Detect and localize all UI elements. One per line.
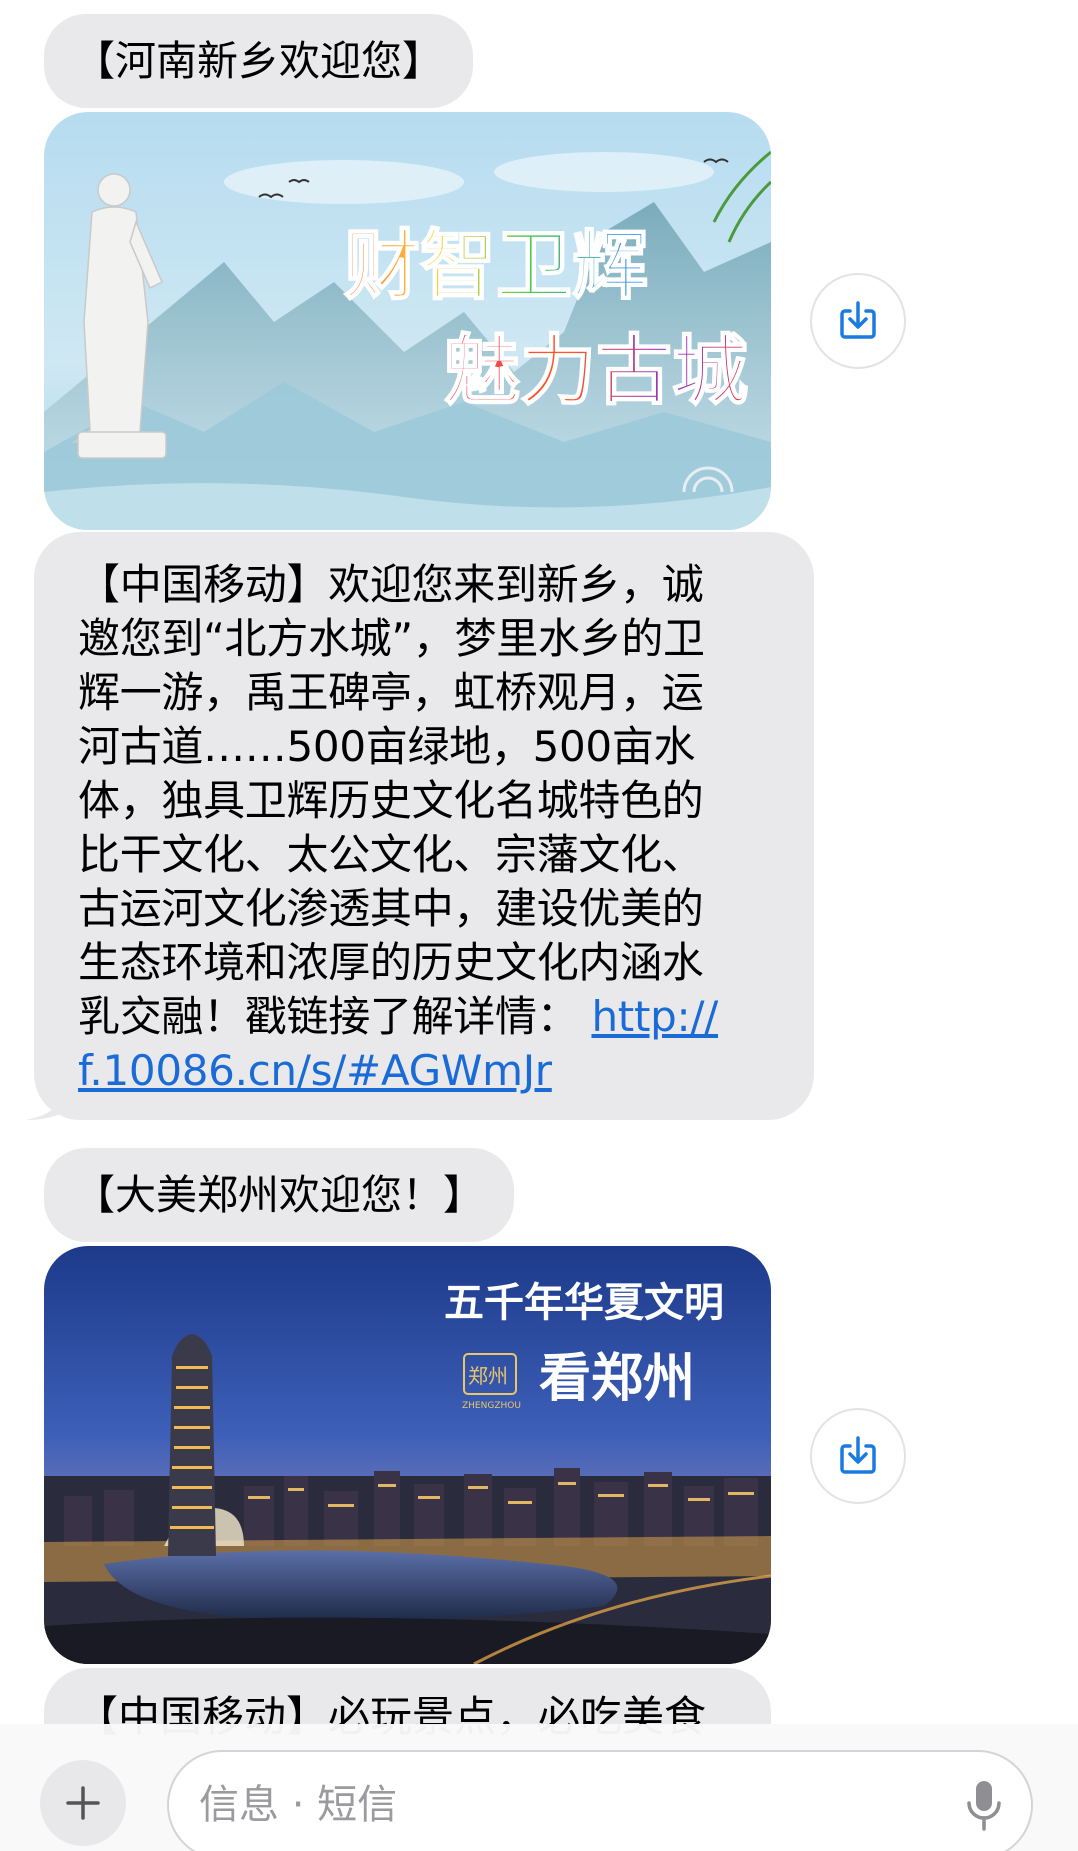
sms-body: 【中国移动】欢迎您来到新乡，诚 邀您到“北方水城”，梦里水乡的卫 辉一游，禹王碑… (78, 560, 705, 1041)
image-attachment-weihui[interactable]: 财智卫辉 魅力古城 (44, 112, 771, 530)
message-bubble-greeting-zhengzhou[interactable]: 【大美郑州欢迎您！】 (44, 1148, 514, 1242)
banner-title-line2: 魅力古城 (444, 326, 748, 415)
save-image-button[interactable] (810, 1408, 906, 1504)
sms-link-part2[interactable]: f.10086.cn/s/#AGWmJr (78, 1046, 552, 1095)
sms-link-part1[interactable]: http:// (591, 992, 718, 1041)
seal-caption: ZHENGZHOU (462, 1401, 521, 1411)
seal-text: 郑州 (468, 1364, 508, 1388)
add-attachment-button[interactable] (40, 1760, 126, 1846)
banner-title-line2: 看郑州 (539, 1348, 695, 1409)
download-icon (840, 1436, 876, 1474)
bubble-tail (26, 1080, 66, 1120)
message-input[interactable] (199, 1752, 959, 1851)
banner-title-line1: 五千年华夏文明 (444, 1279, 724, 1326)
message-bubble-sms-xinxiang[interactable]: 【中国移动】欢迎您来到新乡，诚 邀您到“北方水城”，梦里水乡的卫 辉一游，禹王碑… (26, 532, 814, 1120)
compose-bar (0, 1724, 1078, 1851)
dictation-button[interactable] (955, 1776, 1013, 1838)
message-thread: 【河南新乡欢迎您】 财智卫辉 魅力古城 【中国移动】欢迎您来到新乡，诚 邀您到“… (0, 0, 1078, 1851)
download-icon (840, 301, 876, 339)
message-bubble-greeting-xinxiang[interactable]: 【河南新乡欢迎您】 (44, 14, 473, 108)
message-text: 【大美郑州欢迎您！】 (74, 1171, 484, 1219)
save-image-button[interactable] (810, 273, 906, 369)
image-attachment-zhengzhou[interactable]: 五千年华夏文明 郑州 ZHENGZHOU 看郑州 (44, 1246, 771, 1664)
message-text: 【河南新乡欢迎您】 (74, 37, 443, 85)
banner-title-line1: 财智卫辉 (344, 221, 648, 310)
message-text: 【中国移动】欢迎您来到新乡，诚 邀您到“北方水城”，梦里水乡的卫 辉一游，禹王碑… (78, 558, 782, 1098)
microphone-icon (967, 1781, 1001, 1831)
plus-icon (66, 1786, 100, 1820)
message-input-container[interactable] (167, 1750, 1033, 1851)
